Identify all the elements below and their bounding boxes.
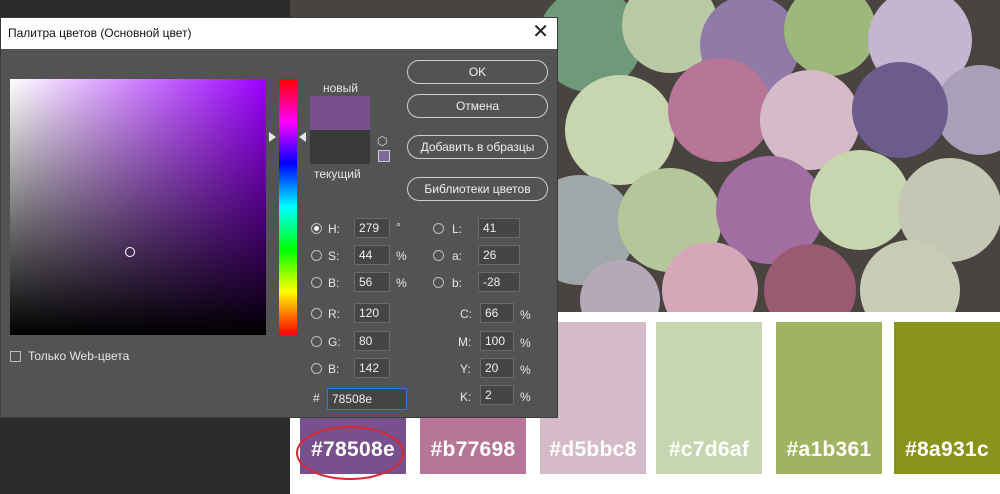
color-field[interactable]: [10, 79, 266, 335]
black-label: K:: [460, 390, 472, 404]
lab-a-radio[interactable]: [433, 250, 444, 261]
yellow-unit: %: [520, 363, 531, 377]
lab-b-label: b:: [452, 276, 463, 290]
cyan-label: C:: [460, 307, 472, 321]
green-input[interactable]: 80: [354, 331, 390, 351]
dialog-titlebar[interactable]: Палитра цветов (Основной цвет) ✕: [1, 18, 557, 49]
palette-swatch-label: #d5bbc8: [549, 438, 637, 461]
hue-input[interactable]: 279: [354, 218, 390, 238]
color-libraries-button[interactable]: Библиотеки цветов: [407, 177, 548, 201]
hue-slider-handle-left[interactable]: [269, 132, 276, 142]
color-field-marker[interactable]: [125, 247, 135, 257]
add-to-swatches-button[interactable]: Добавить в образцы: [407, 135, 548, 159]
red-input[interactable]: 120: [354, 303, 390, 323]
hue-radio[interactable]: [311, 223, 322, 234]
new-color-preview: [310, 96, 370, 130]
palette-swatch-label: #b77698: [430, 438, 516, 461]
yellow-label: Y:: [460, 362, 471, 376]
cyan-input[interactable]: 66: [480, 303, 514, 323]
dialog-title: Палитра цветов (Основной цвет): [8, 26, 192, 40]
blue-label: B:: [328, 362, 340, 376]
saturation-radio[interactable]: [311, 250, 322, 261]
blue-input[interactable]: 142: [354, 358, 390, 378]
lab-a-input[interactable]: 26: [478, 245, 520, 265]
green-radio[interactable]: [311, 336, 322, 347]
green-label: G:: [328, 335, 341, 349]
web-colors-only-option[interactable]: Только Web-цвета: [10, 349, 129, 363]
palette-swatch: #a1b361: [776, 322, 882, 474]
lab-l-input[interactable]: 41: [478, 218, 520, 238]
black-input[interactable]: 2: [480, 385, 514, 405]
annotation-circle: [296, 426, 404, 480]
magenta-label: M:: [458, 335, 472, 349]
yellow-input[interactable]: 20: [480, 358, 514, 378]
magenta-input[interactable]: 100: [480, 331, 514, 351]
hue-slider[interactable]: [279, 79, 297, 335]
current-color-preview[interactable]: [310, 130, 370, 164]
red-radio[interactable]: [311, 308, 322, 319]
hex-input[interactable]: 78508e: [327, 388, 407, 410]
close-icon[interactable]: ✕: [532, 21, 549, 43]
lab-l-label: L:: [452, 222, 463, 236]
magenta-unit: %: [520, 336, 531, 350]
brightness-label: B:: [328, 276, 340, 290]
new-color-label: новый: [323, 81, 359, 95]
hue-slider-handle-right[interactable]: [299, 132, 306, 142]
hue-label: H:: [328, 222, 340, 236]
brightness-input[interactable]: 56: [354, 272, 390, 292]
web-safe-warning-icon[interactable]: [378, 150, 390, 162]
web-colors-only-label: Только Web-цвета: [28, 349, 130, 363]
saturation-unit: %: [396, 249, 407, 263]
palette-swatch: #c7d6af: [656, 322, 762, 474]
saturation-input[interactable]: 44: [354, 245, 390, 265]
lab-a-label: a:: [452, 249, 463, 263]
lab-b-radio[interactable]: [433, 277, 444, 288]
lab-l-radio[interactable]: [433, 223, 444, 234]
brightness-radio[interactable]: [311, 277, 322, 288]
palette-swatch-label: #8a931c: [905, 438, 989, 461]
web-colors-only-checkbox[interactable]: [10, 350, 21, 362]
palette-swatch-label: #c7d6af: [668, 438, 750, 461]
hex-label: #: [313, 391, 320, 405]
red-label: R:: [328, 307, 340, 321]
hue-unit: °: [396, 220, 401, 234]
palette-swatch-label: #a1b361: [786, 438, 872, 461]
black-unit: %: [520, 390, 531, 404]
blue-radio[interactable]: [311, 363, 322, 374]
lab-b-input[interactable]: -28: [478, 272, 520, 292]
palette-swatch: #8a931c: [894, 322, 1000, 474]
saturation-label: S:: [328, 249, 340, 263]
ok-button[interactable]: OK: [407, 60, 548, 84]
brightness-unit: %: [396, 276, 407, 290]
cancel-button[interactable]: Отмена: [407, 94, 548, 118]
color-picker-dialog: Палитра цветов (Основной цвет) ✕ новый т…: [0, 17, 558, 418]
cyan-unit: %: [520, 308, 531, 322]
cube-icon[interactable]: ⬡: [377, 135, 389, 147]
current-color-label: текущий: [314, 167, 361, 181]
